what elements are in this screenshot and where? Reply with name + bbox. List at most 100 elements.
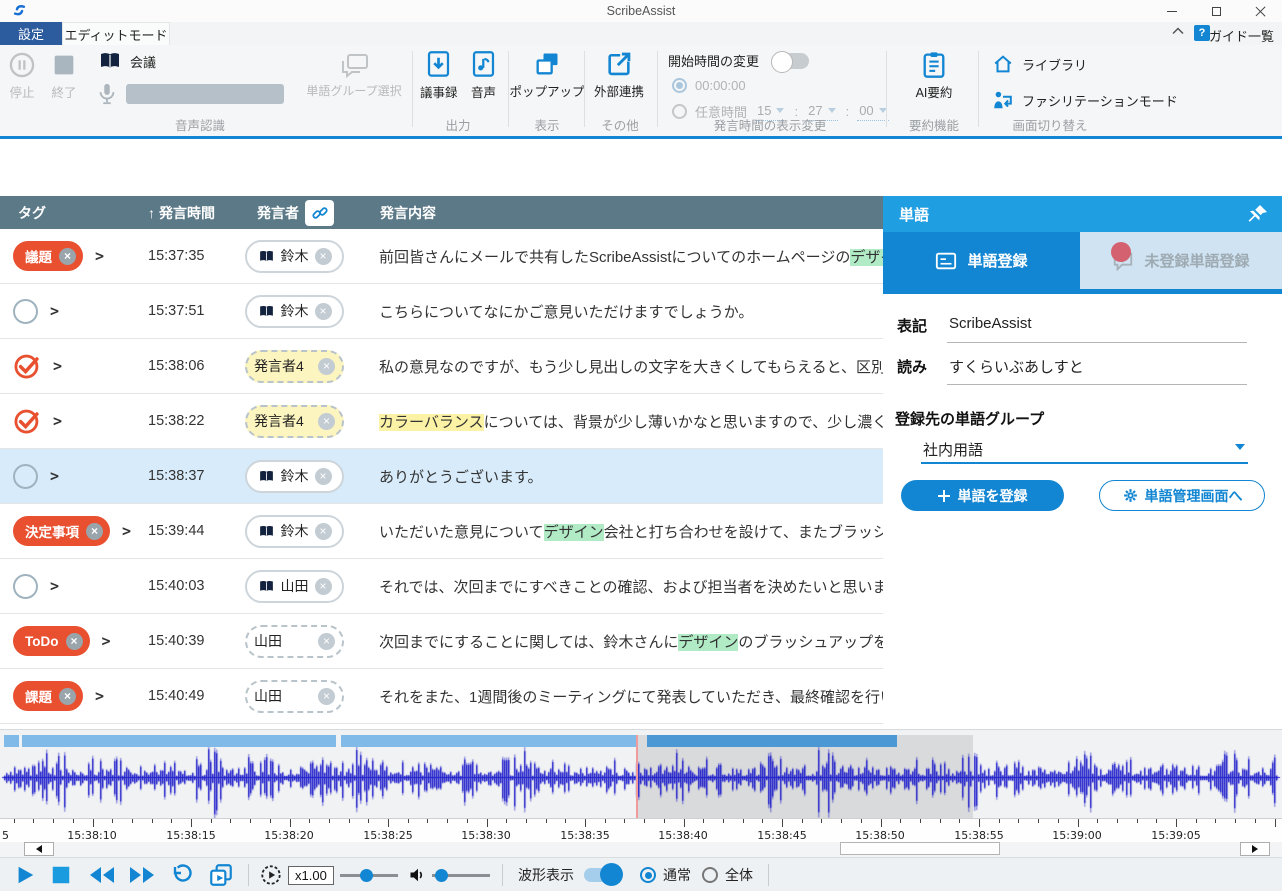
scrollbar-thumb[interactable] bbox=[840, 842, 1000, 855]
speed-slider-track[interactable] bbox=[340, 874, 398, 877]
expand-chevron-icon[interactable]: > bbox=[53, 357, 62, 375]
remove-tag-icon[interactable]: × bbox=[59, 248, 76, 265]
remove-speaker-icon[interactable]: × bbox=[315, 248, 332, 265]
utterance-text[interactable]: カラーバランスについては、背景が少し薄いかなと思いますので、少し濃くしていただ bbox=[370, 411, 883, 432]
remove-speaker-icon[interactable]: × bbox=[318, 413, 335, 430]
transcript-row[interactable]: 課題× > 15:40:49 山田 × それをまた、1週間後のミーティングにて発… bbox=[0, 669, 883, 724]
utterance-text[interactable]: ありがとうございます。 bbox=[370, 466, 883, 487]
remove-speaker-icon[interactable]: × bbox=[318, 688, 335, 705]
speaker-pill[interactable]: 鈴木 × bbox=[245, 295, 344, 328]
remove-speaker-icon[interactable]: × bbox=[318, 633, 335, 650]
speaker-pill[interactable]: 山田 × bbox=[245, 625, 344, 658]
scroll-right-button[interactable] bbox=[1240, 842, 1270, 856]
tag-check-icon[interactable] bbox=[13, 407, 41, 435]
notation-input[interactable]: ScribeAssist bbox=[949, 315, 1032, 332]
transcript-row[interactable]: ToDo× > 15:40:39 山田 × 次回までにすることに関しては、鈴木さ… bbox=[0, 614, 883, 669]
playhead-line[interactable] bbox=[636, 735, 638, 819]
library-button[interactable]: ライブラリ bbox=[992, 53, 1087, 75]
header-time[interactable]: ↑発言時間 bbox=[148, 196, 245, 229]
start-time-toggle[interactable] bbox=[773, 53, 809, 69]
register-word-button[interactable]: 単語を登録 bbox=[901, 480, 1064, 511]
help-icon[interactable]: ? bbox=[1194, 25, 1210, 41]
transcript-row[interactable]: > 15:38:37 鈴木 × ありがとうございます。 bbox=[0, 449, 883, 504]
fast-forward-button[interactable] bbox=[128, 858, 156, 892]
remove-speaker-icon[interactable]: × bbox=[318, 358, 335, 375]
tag-pill[interactable]: 決定事項× bbox=[13, 516, 110, 546]
expand-chevron-icon[interactable]: > bbox=[122, 522, 131, 540]
tag-circle-icon[interactable] bbox=[13, 574, 38, 599]
transcript-row[interactable]: > 15:37:51 鈴木 × こちらについてなにかご意見いただけますでしょうか… bbox=[0, 284, 883, 339]
speaker-pill[interactable]: 鈴木 × bbox=[245, 460, 344, 493]
utterance-text[interactable]: それでは、次回までにすべきことの確認、および担当者を決めたいと思います。 bbox=[370, 576, 883, 597]
utterance-text[interactable]: それをまた、1週間後のミーティングにて発表していただき、最終確認を行いたいと思 bbox=[370, 686, 883, 707]
utterance-text[interactable]: 前回皆さんにメールで共有したScribeAssistについてのホームページのデザ… bbox=[370, 246, 883, 267]
transcript-row[interactable]: 議題× > 15:37:35 鈴木 × 前回皆さんにメールで共有したScribe… bbox=[0, 229, 883, 284]
minimize-button[interactable] bbox=[1150, 0, 1194, 22]
utterance-text[interactable]: いただいた意見についてデザイン会社と打ち合わせを設けて、またブラッシュアップし bbox=[370, 521, 883, 542]
speaker-pill[interactable]: 山田 × bbox=[245, 680, 344, 713]
remove-speaker-icon[interactable]: × bbox=[315, 523, 332, 540]
speech-segment-bar[interactable] bbox=[341, 735, 637, 747]
close-button[interactable] bbox=[1238, 0, 1282, 22]
replay-button[interactable] bbox=[170, 858, 194, 892]
tag-circle-icon[interactable] bbox=[13, 464, 38, 489]
tag-check-icon[interactable] bbox=[13, 352, 41, 380]
waveform-toggle[interactable] bbox=[584, 858, 620, 892]
export-minutes-button[interactable]: 議事録 bbox=[420, 50, 458, 101]
utterance-text[interactable]: 私の意見なのですが、もう少し見出しの文字を大きくしてもらえると、区別がつきや bbox=[370, 356, 883, 377]
remove-speaker-icon[interactable]: × bbox=[315, 578, 332, 595]
rewind-button[interactable] bbox=[88, 858, 116, 892]
volume-slider[interactable] bbox=[432, 858, 490, 892]
repeat-section-button[interactable] bbox=[208, 858, 234, 892]
expand-chevron-icon[interactable]: > bbox=[102, 632, 111, 650]
utterance-text[interactable]: 次回までにすることに関しては、鈴木さんにデザインのブラッシュアップを行っていただ bbox=[370, 631, 883, 652]
radio-all[interactable]: 全体 bbox=[702, 858, 753, 892]
tag-pill[interactable]: ToDo× bbox=[13, 626, 90, 656]
transcript-row[interactable]: > 15:38:06 発言者4 × 私の意見なのですが、もう少し見出しの文字を大… bbox=[0, 339, 883, 394]
waveform-zone[interactable] bbox=[0, 729, 1282, 818]
popup-button[interactable]: ポップアップ bbox=[512, 50, 582, 100]
speech-segment-bar[interactable] bbox=[647, 735, 897, 747]
word-group-select[interactable]: 社内用語 bbox=[923, 439, 983, 460]
expand-chevron-icon[interactable]: > bbox=[50, 467, 59, 485]
expand-chevron-icon[interactable]: > bbox=[53, 412, 62, 430]
remove-tag-icon[interactable]: × bbox=[66, 633, 83, 650]
external-link-button[interactable]: 外部連携 bbox=[588, 50, 650, 100]
tag-circle-icon[interactable] bbox=[13, 299, 38, 324]
expand-chevron-icon[interactable]: > bbox=[50, 302, 59, 320]
expand-chevron-icon[interactable]: > bbox=[50, 577, 59, 595]
speech-segment-bar[interactable] bbox=[22, 735, 336, 747]
speaker-pill[interactable]: 山田 × bbox=[245, 570, 344, 603]
expand-chevron-icon[interactable]: > bbox=[95, 687, 104, 705]
speaker-link-button[interactable] bbox=[305, 200, 334, 226]
tab-word-register[interactable]: 単語登録 bbox=[883, 232, 1080, 289]
play-button[interactable] bbox=[14, 858, 36, 892]
speaker-pill[interactable]: 発言者4 × bbox=[245, 350, 344, 383]
reading-input[interactable]: すくらいぶあしすと bbox=[949, 356, 1084, 377]
volume-slider-knob[interactable] bbox=[435, 869, 448, 882]
remove-speaker-icon[interactable]: × bbox=[315, 303, 332, 320]
volume-slider-track[interactable] bbox=[432, 874, 490, 877]
transcript-row[interactable]: > 15:40:03 山田 × それでは、次回までにすべきことの確認、および担当… bbox=[0, 559, 883, 614]
transcript-row[interactable]: > 15:38:22 発言者4 × カラーバランスについては、背景が少し薄いかな… bbox=[0, 394, 883, 449]
header-speaker[interactable]: 発言者 bbox=[245, 196, 370, 229]
tag-pill[interactable]: 議題× bbox=[13, 241, 83, 271]
speed-slider[interactable] bbox=[340, 858, 398, 892]
collapse-ribbon-icon[interactable] bbox=[1172, 27, 1184, 35]
word-manage-button[interactable]: 単語管理画面へ bbox=[1099, 480, 1265, 511]
tab-unregistered-words[interactable]: ? 未登録単語登録 bbox=[1080, 232, 1282, 289]
maximize-button[interactable] bbox=[1194, 0, 1238, 22]
speech-segment-bar[interactable] bbox=[4, 735, 19, 747]
tab-settings[interactable]: 設定 bbox=[0, 22, 62, 45]
radio-normal[interactable]: 通常 bbox=[640, 858, 691, 892]
stop-button[interactable] bbox=[50, 858, 72, 892]
speaker-pill[interactable]: 鈴木 × bbox=[245, 515, 344, 548]
speaker-pill[interactable]: 発言者4 × bbox=[245, 405, 344, 438]
expand-chevron-icon[interactable]: > bbox=[95, 247, 104, 265]
scroll-left-button[interactable] bbox=[24, 842, 54, 856]
header-content[interactable]: 発言内容 bbox=[370, 196, 883, 229]
tag-pill[interactable]: 課題× bbox=[13, 681, 83, 711]
speed-value-box[interactable]: x1.00 bbox=[288, 858, 334, 892]
speed-slider-knob[interactable] bbox=[360, 869, 373, 882]
remove-tag-icon[interactable]: × bbox=[59, 688, 76, 705]
